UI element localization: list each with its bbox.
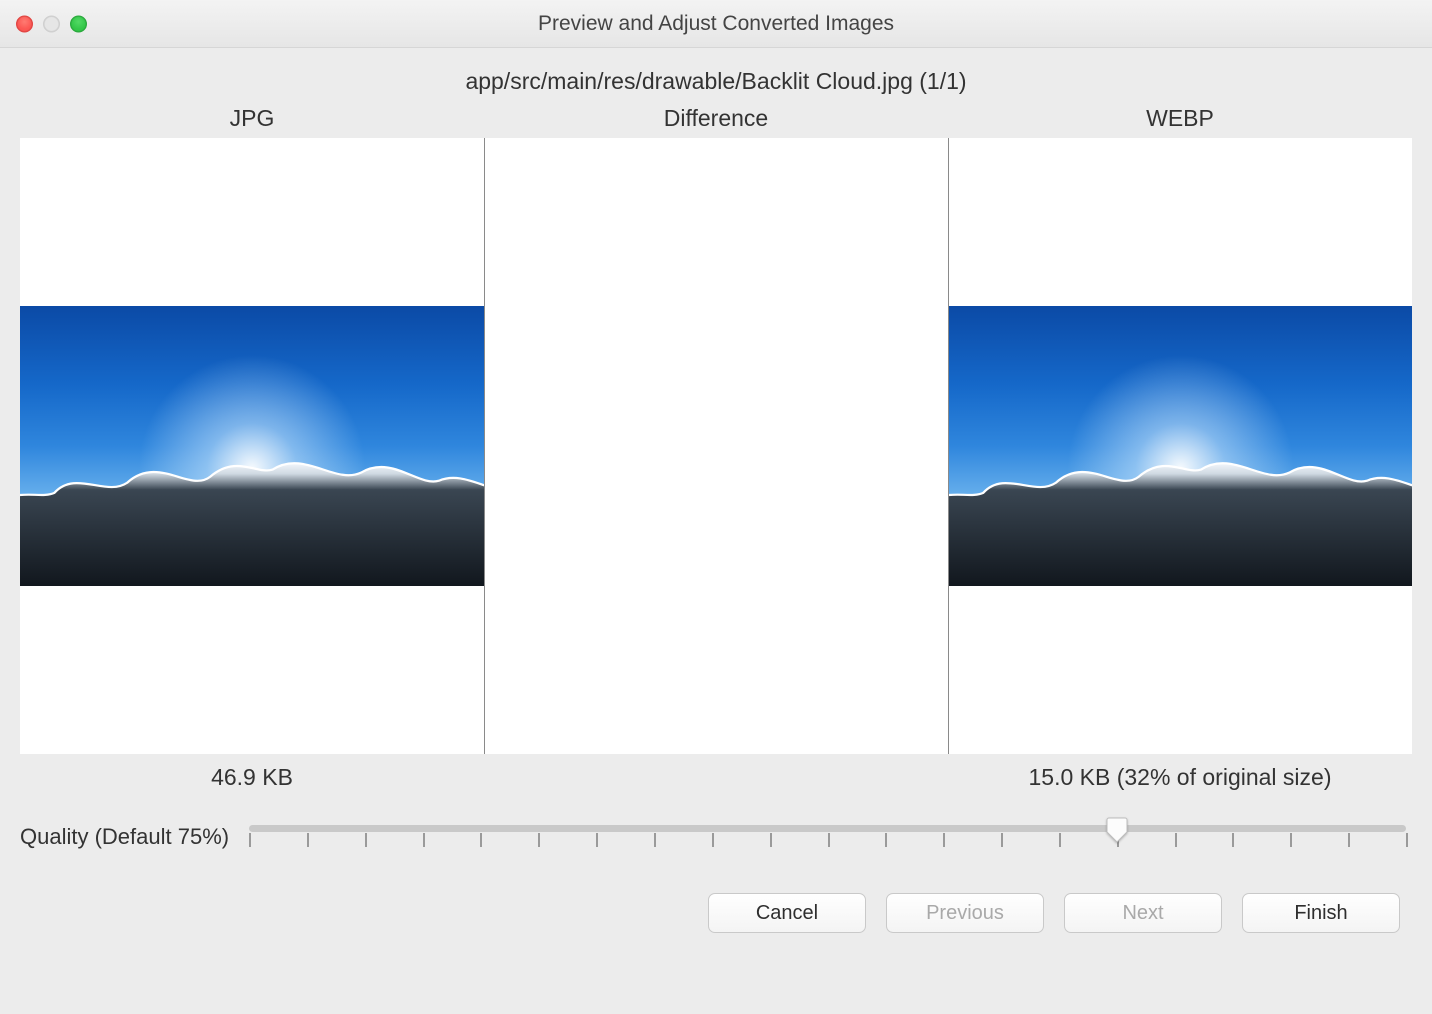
original-size-label: 46.9 KB <box>20 764 484 791</box>
converted-image <box>949 306 1412 586</box>
file-path-label: app/src/main/res/drawable/Backlit Cloud.… <box>20 62 1412 105</box>
previous-button[interactable]: Previous <box>886 893 1044 933</box>
next-button[interactable]: Next <box>1064 893 1222 933</box>
close-window-button[interactable] <box>16 15 33 32</box>
column-header-converted: WEBP <box>948 105 1412 138</box>
cancel-button[interactable]: Cancel <box>708 893 866 933</box>
quality-slider[interactable] <box>249 815 1406 859</box>
finish-button[interactable]: Finish <box>1242 893 1400 933</box>
difference-image-panel <box>484 138 948 754</box>
window-title: Preview and Adjust Converted Images <box>538 12 894 36</box>
original-image-panel <box>20 138 484 754</box>
column-header-original: JPG <box>20 105 484 138</box>
difference-size-label <box>484 764 948 791</box>
converted-image-panel <box>948 138 1412 754</box>
original-image <box>20 306 484 586</box>
window-controls <box>16 15 87 32</box>
window-titlebar: Preview and Adjust Converted Images <box>0 0 1432 48</box>
minimize-window-button <box>43 15 60 32</box>
quality-label: Quality (Default 75%) <box>20 824 229 850</box>
column-header-difference: Difference <box>484 105 948 138</box>
converted-size-label: 15.0 KB (32% of original size) <box>948 764 1412 791</box>
zoom-window-button[interactable] <box>70 15 87 32</box>
